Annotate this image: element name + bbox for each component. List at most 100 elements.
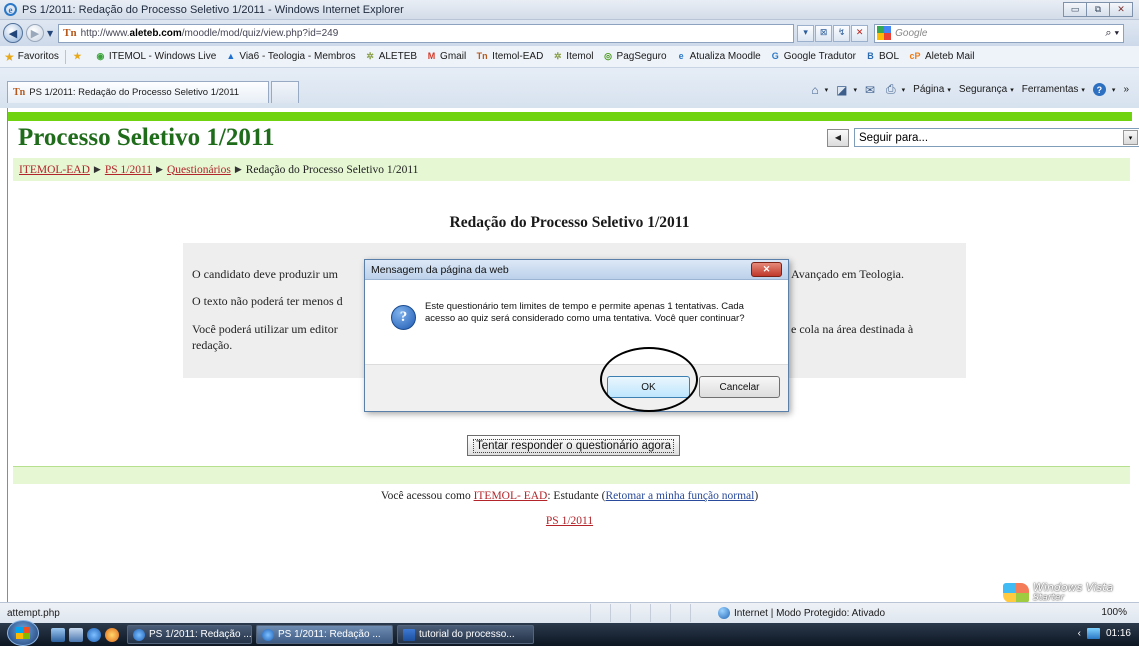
tools-menu[interactable]: Ferramentas ▾: [1022, 84, 1085, 95]
window-title: PS 1/2011: Redação do Processo Seletivo …: [22, 3, 404, 16]
favorites-button[interactable]: Favoritos: [18, 51, 59, 62]
fav-item-itemol-ead[interactable]: Tn Itemol-EAD: [475, 51, 544, 62]
taskbar-item-ie-1[interactable]: PS 1/2011: Redação ...: [127, 625, 252, 644]
fav-add-icon[interactable]: ★: [72, 51, 86, 62]
tools-menu-label: Ferramentas: [1021, 84, 1079, 95]
network-icon[interactable]: [1086, 628, 1100, 639]
attempt-quiz-button[interactable]: Tentar responder o questionário agora: [467, 435, 680, 456]
switch-windows-icon[interactable]: [69, 627, 83, 642]
fav-label: Google Tradutor: [783, 51, 856, 62]
dropdown-icon: ▾: [1010, 86, 1014, 94]
address-toolbar: ◀ ▶ ▼ Tn http://www. aleteb.com/moodle/mo…: [0, 20, 1139, 46]
clock[interactable]: 01:16: [1106, 628, 1131, 639]
mail-icon: ✉: [864, 82, 876, 97]
firefox-launch-icon[interactable]: [105, 627, 119, 642]
breadcrumb-course-link[interactable]: PS 1/2011: [105, 164, 152, 176]
favorites-star-icon[interactable]: ★: [4, 50, 15, 64]
print-button[interactable]: ⎙ ▾: [886, 82, 905, 97]
fav-item-pagseguro[interactable]: ◎ PagSeguro: [603, 51, 667, 62]
task-label: PS 1/2011: Redação ...: [149, 629, 252, 640]
security-menu[interactable]: Segurança ▾: [959, 84, 1014, 95]
url-domain: aleteb.com: [129, 27, 182, 39]
globe-icon: [718, 607, 730, 619]
page-menu[interactable]: Página ▾: [913, 84, 951, 95]
start-button[interactable]: [7, 620, 39, 646]
taskbar-item-tutorial[interactable]: tutorial do processo...: [397, 625, 534, 644]
tray-expand-button[interactable]: ‹: [1078, 628, 1081, 639]
ie-page-icon: e: [678, 51, 684, 61]
jump-prev-button[interactable]: ◀: [827, 128, 849, 147]
fav-item-gmail[interactable]: M Gmail: [426, 51, 466, 62]
favorites-bar: ★ Favoritos ★ ◉ ITEMOL - Windows Live ▲ Vi…: [0, 46, 1139, 68]
fav-item-atualiza-moodle[interactable]: e Atualiza Moodle: [676, 51, 761, 62]
refresh-icon[interactable]: ↯: [833, 24, 851, 42]
minimize-button[interactable]: ▭: [1063, 2, 1087, 17]
cancel-button[interactable]: Cancelar: [699, 376, 780, 398]
taskbar-item-ie-2[interactable]: PS 1/2011: Redação ...: [256, 625, 393, 644]
breadcrumb-separator: ▶: [234, 164, 242, 174]
watermark-title: Windows Vista: [1033, 581, 1114, 594]
fav-label: PagSeguro: [616, 51, 667, 62]
url-dropdown-icon[interactable]: ▾: [797, 24, 815, 42]
fav-item-google-tradutor[interactable]: G Google Tradutor: [770, 51, 856, 62]
mail-button[interactable]: ✉: [865, 83, 878, 97]
breadcrumb-home-link[interactable]: ITEMOL-EAD: [19, 164, 90, 176]
back-button[interactable]: ◀: [3, 23, 23, 43]
chevron-down-icon[interactable]: ▾: [1123, 130, 1138, 145]
dialog-close-button[interactable]: ✕: [751, 262, 782, 277]
address-input[interactable]: Tn http://www. aleteb.com/moodle/mod/quiz…: [58, 23, 795, 43]
user-link[interactable]: ITEMOL- EAD: [474, 490, 548, 502]
taskbar: PS 1/2011: Redação ... PS 1/2011: Redaçã…: [0, 620, 1139, 646]
breadcrumb-quizzes-link[interactable]: Questionários: [167, 164, 231, 176]
fav-item-itemol-live[interactable]: ◉ ITEMOL - Windows Live: [95, 51, 216, 62]
compatibility-view-icon[interactable]: ⊠: [815, 24, 833, 42]
forward-button[interactable]: ▶: [26, 24, 44, 42]
toolbar-overflow-button[interactable]: »: [1123, 84, 1129, 95]
help-menu[interactable]: ? ▾: [1092, 83, 1116, 96]
logged-in-info: Você acessou como ITEMOL- EAD: Estudante…: [380, 490, 759, 502]
maximize-button[interactable]: ⧉: [1086, 2, 1110, 17]
window-controls: ▭ ⧉ ✕: [1063, 2, 1133, 17]
fav-item-itemol[interactable]: ✲ Itemol: [552, 51, 594, 62]
breadcrumb-separator: ▶: [93, 164, 101, 174]
course-home-link[interactable]: PS 1/2011: [0, 515, 1139, 527]
close-window-button[interactable]: ✕: [1109, 2, 1133, 17]
fav-item-aleteb[interactable]: ✲ ALETEB: [365, 51, 417, 62]
tab-favicon-icon: Tn: [13, 87, 26, 98]
zone-label: Internet | Modo Protegido: Ativado: [734, 607, 886, 619]
fav-label: Atualiza Moodle: [689, 51, 761, 62]
tab-label: PS 1/2011: Redação do Processo Seletivo …: [29, 87, 240, 98]
search-input[interactable]: Google ⌕ ▾: [874, 23, 1125, 43]
new-tab-button[interactable]: [271, 81, 299, 103]
footer-bar: [13, 466, 1130, 484]
windows-vista-watermark: Windows Vista Starter: [1003, 582, 1139, 604]
dialog-body: ? Este questionário tem limites de tempo…: [365, 281, 788, 364]
jump-to-value: Seguir para...: [859, 131, 929, 144]
question-icon: ?: [391, 305, 416, 330]
address-actions: ▾ ⊠ ↯ ✕: [796, 24, 869, 42]
zoom-level[interactable]: 100%: [1101, 607, 1127, 618]
favorites-divider: [64, 49, 66, 64]
windows-live-icon: ◉: [96, 51, 105, 61]
google-icon: [877, 26, 892, 40]
tab-active[interactable]: Tn PS 1/2011: Redação do Processo Seleti…: [7, 81, 269, 103]
feeds-button[interactable]: ◪ ▾: [836, 83, 857, 97]
fav-item-aleteb-mail[interactable]: cP Aleteb Mail: [908, 51, 975, 62]
return-role-link[interactable]: Retomar a minha função normal: [606, 490, 755, 502]
search-icon[interactable]: ⌕ ▾: [1105, 27, 1119, 40]
show-desktop-icon[interactable]: [51, 627, 65, 642]
jump-to-select[interactable]: Seguir para... ▾: [854, 128, 1139, 147]
fav-item-via6[interactable]: ▲ Via6 - Teologia - Membros: [225, 51, 355, 62]
fav-item-bol[interactable]: B BOL: [865, 51, 899, 62]
security-zone[interactable]: Internet | Modo Protegido: Ativado: [718, 607, 908, 619]
page-menu-label: Página: [913, 84, 945, 95]
status-text: attempt.php: [7, 607, 60, 619]
intro-line-3-end: e cola na área destinada à: [791, 322, 914, 336]
ie-launch-icon[interactable]: [87, 627, 101, 642]
url-path: /moodle/mod/quiz/view.php?id=249: [181, 27, 339, 39]
stop-icon[interactable]: ✕: [851, 24, 869, 42]
home-button[interactable]: ⌂ ▾: [811, 83, 828, 97]
dropdown-icon: ▾: [1111, 86, 1116, 94]
status-bar: attempt.php Internet | Modo Protegido: A…: [0, 602, 1139, 623]
recent-pages-dropdown[interactable]: ▼: [47, 29, 53, 38]
